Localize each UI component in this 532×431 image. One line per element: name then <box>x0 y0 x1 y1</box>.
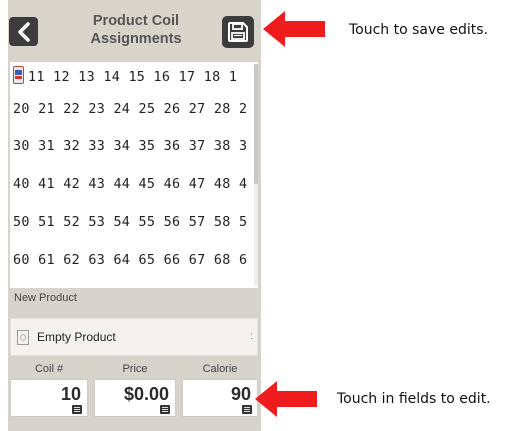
product-dropdown[interactable]: Empty Product : <box>10 318 258 356</box>
coil-cell[interactable]: 56 <box>164 215 181 230</box>
coil-cell[interactable]: 20 <box>13 102 30 117</box>
coil-cell[interactable]: 28 <box>214 102 231 117</box>
back-button[interactable] <box>9 17 38 46</box>
coil-cell[interactable]: 11 <box>28 70 45 85</box>
calorie-label: Calorie <box>202 363 238 375</box>
coil-cell[interactable]: 16 <box>154 70 171 85</box>
coil-cell[interactable]: 25 <box>139 102 156 117</box>
coil-cell[interactable]: 65 <box>139 253 156 268</box>
coil-cell[interactable]: 46 <box>164 177 181 192</box>
price-label: Price <box>122 363 148 375</box>
coil-cell[interactable]: 36 <box>164 139 181 154</box>
coil-cell[interactable]: 32 <box>63 139 80 154</box>
price-field[interactable]: $0.00 <box>94 379 176 417</box>
soda-can-icon <box>13 66 24 84</box>
coil-cell[interactable]: 3 <box>239 139 247 154</box>
coil-cell[interactable]: 38 <box>214 139 231 154</box>
product-name: Empty Product <box>37 330 116 344</box>
red-arrow-icon <box>255 381 317 417</box>
coil-cell[interactable]: 24 <box>113 102 130 117</box>
coil-cell[interactable]: 13 <box>78 70 95 85</box>
coil-cell[interactable]: 12 <box>53 70 70 85</box>
coil-cell[interactable]: 43 <box>88 177 105 192</box>
coil-cell[interactable]: 66 <box>164 253 181 268</box>
dropdown-caret-icon: : <box>250 331 253 342</box>
save-callout: Touch to save edits. <box>349 22 488 38</box>
coil-cell[interactable]: 30 <box>13 139 30 154</box>
grid-scrollbar[interactable] <box>254 64 258 286</box>
coil-cell[interactable]: 35 <box>139 139 156 154</box>
keyboard-icon <box>72 405 82 414</box>
grid-row: 20 21 22 23 24 25 26 27 28 2 <box>13 102 253 122</box>
coil-cell[interactable]: 6 <box>239 253 247 268</box>
coil-cell[interactable]: 37 <box>189 139 206 154</box>
coil-cell[interactable]: 50 <box>13 215 30 230</box>
scroll-thumb[interactable] <box>254 64 258 184</box>
app-header: Product Coil Assignments <box>8 0 261 60</box>
coil-cell[interactable]: 58 <box>214 215 231 230</box>
coil-cell[interactable]: 18 <box>204 70 221 85</box>
coil-cell[interactable]: 1 <box>229 70 237 85</box>
coil-cell[interactable]: 40 <box>13 177 30 192</box>
calorie-field[interactable]: 90 <box>182 379 258 417</box>
coil-cell[interactable]: 4 <box>239 177 247 192</box>
keyboard-icon <box>160 405 170 414</box>
grid-row: 60 61 62 63 64 65 66 67 68 6 <box>13 253 253 273</box>
coil-cell[interactable]: 22 <box>63 102 80 117</box>
coil-cell[interactable]: 55 <box>139 215 156 230</box>
coil-cell[interactable]: 51 <box>38 215 55 230</box>
coil-cell[interactable]: 60 <box>13 253 30 268</box>
product-image-icon <box>17 330 29 345</box>
coil-number-label: Coil # <box>34 363 64 375</box>
coil-cell[interactable]: 33 <box>88 139 105 154</box>
coil-cell[interactable]: 31 <box>38 139 55 154</box>
coil-cell[interactable]: 48 <box>214 177 231 192</box>
grid-row: 11 12 13 14 15 16 17 18 1 <box>13 66 253 86</box>
coil-cell[interactable]: 62 <box>63 253 80 268</box>
coil-cell[interactable]: 34 <box>113 139 130 154</box>
coil-cell[interactable]: 41 <box>38 177 55 192</box>
chevron-left-icon <box>17 21 30 42</box>
coil-cell[interactable]: 44 <box>113 177 130 192</box>
app-screen: Product Coil Assignments 11 12 13 14 15 … <box>8 0 261 431</box>
save-disk-icon <box>228 22 248 42</box>
grid-row: 40 41 42 43 44 45 46 47 48 4 <box>13 177 253 197</box>
coil-cell[interactable]: 15 <box>128 70 145 85</box>
coil-cell[interactable]: 61 <box>38 253 55 268</box>
coil-cell[interactable]: 45 <box>139 177 156 192</box>
coil-number-value: 10 <box>60 384 81 404</box>
coil-cell[interactable]: 54 <box>113 215 130 230</box>
coil-cell[interactable]: 64 <box>113 253 130 268</box>
coil-cell[interactable]: 52 <box>63 215 80 230</box>
coil-cell[interactable]: 5 <box>239 215 247 230</box>
coil-cell[interactable]: 23 <box>88 102 105 117</box>
page-title: Product Coil Assignments <box>90 13 182 47</box>
coil-cell[interactable]: 68 <box>214 253 231 268</box>
new-product-label: New Product <box>14 292 77 304</box>
coil-cell[interactable]: 53 <box>88 215 105 230</box>
coil-cell[interactable]: 67 <box>189 253 206 268</box>
coil-cell[interactable]: 47 <box>189 177 206 192</box>
price-value: $0.00 <box>123 384 169 404</box>
coil-cell[interactable]: 14 <box>103 70 120 85</box>
coil-cell[interactable]: 26 <box>164 102 181 117</box>
edit-callout: Touch in fields to edit. <box>337 391 491 407</box>
red-arrow-icon <box>263 11 325 47</box>
coil-cell[interactable]: 57 <box>189 215 206 230</box>
coil-cell[interactable]: 2 <box>239 102 247 117</box>
coil-grid[interactable]: 11 12 13 14 15 16 17 18 1 20 21 22 23 24… <box>10 62 258 288</box>
coil-cell[interactable]: 42 <box>63 177 80 192</box>
calorie-value: 90 <box>230 384 251 404</box>
grid-row: 30 31 32 33 34 35 36 37 38 3 <box>13 139 253 159</box>
keyboard-icon <box>242 405 252 414</box>
coil-cell[interactable]: 17 <box>179 70 196 85</box>
grid-row: 50 51 52 53 54 55 56 57 58 5 <box>13 215 253 235</box>
coil-cell[interactable]: 21 <box>38 102 55 117</box>
coil-cell[interactable]: 27 <box>189 102 206 117</box>
save-button[interactable] <box>222 16 254 48</box>
coil-number-field[interactable]: 10 <box>10 379 88 417</box>
coil-cell[interactable]: 63 <box>88 253 105 268</box>
